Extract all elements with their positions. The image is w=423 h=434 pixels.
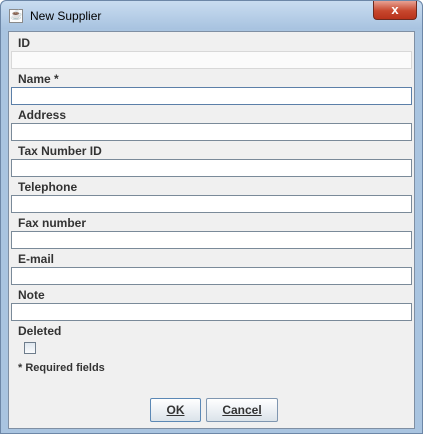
java-cup-icon: ☕ <box>9 9 23 23</box>
cancel-button[interactable]: Cancel <box>206 398 278 422</box>
telephone-field[interactable] <box>11 195 412 213</box>
email-label: E-mail <box>18 252 55 266</box>
id-label: ID <box>18 36 30 50</box>
tax-number-id-label: Tax Number ID <box>18 144 102 158</box>
telephone-label: Telephone <box>18 180 78 194</box>
title-bar[interactable]: ☕ New Supplier x <box>1 1 422 29</box>
window-title: New Supplier <box>30 9 102 23</box>
ok-button[interactable]: OK <box>150 398 201 422</box>
note-field[interactable] <box>11 303 412 321</box>
note-label: Note <box>18 288 45 302</box>
fax-number-label: Fax number <box>18 216 87 230</box>
address-field[interactable] <box>11 123 412 141</box>
new-supplier-dialog: ☕ New Supplier x ID Name * Address Tax N… <box>0 0 423 434</box>
email-field[interactable] <box>11 267 412 285</box>
id-field[interactable] <box>11 51 412 69</box>
deleted-checkbox[interactable] <box>24 342 36 354</box>
dialog-body: ID Name * Address Tax Number ID Telephon… <box>8 31 415 429</box>
fax-number-field[interactable] <box>11 231 412 249</box>
close-icon: x <box>391 2 399 17</box>
tax-number-id-field[interactable] <box>11 159 412 177</box>
address-label: Address <box>18 108 67 122</box>
name-field[interactable] <box>11 87 412 105</box>
required-fields-note: * Required fields <box>18 362 105 374</box>
close-button[interactable]: x <box>373 1 417 20</box>
name-label: Name * <box>18 72 59 86</box>
deleted-label: Deleted <box>18 324 62 338</box>
